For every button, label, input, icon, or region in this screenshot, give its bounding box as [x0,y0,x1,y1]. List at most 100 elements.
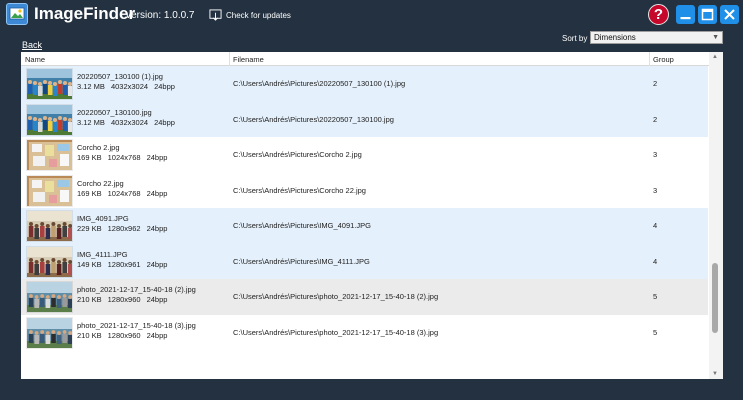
sort-by-value: Dimensions [594,33,636,42]
group-number: 2 [653,79,658,88]
column-header-filename[interactable]: Filename [233,55,264,64]
image-size: 210 KB [77,295,102,304]
column-header-group[interactable]: Group [653,55,674,64]
image-bit-depth: 24bpp [146,295,168,304]
image-thumbnail[interactable] [26,281,73,313]
close-button[interactable] [720,5,739,24]
image-thumbnail[interactable] [26,174,73,207]
image-dimensions: 1024x768 [107,153,141,162]
image-size: 169 KB [77,153,102,162]
image-info: 229 KB 1280x962 24bpp [77,224,173,234]
image-info: 169 KB 1024x768 24bpp [77,153,173,163]
image-info: 3.12 MB 4032x3024 24bpp [77,118,181,128]
image-size: 3.12 MB [77,82,105,91]
table-row[interactable]: 20220507_130100 (1).jpg 3.12 MB 4032x3024 2… [21,66,708,102]
image-name: IMG_4091.JPG [77,214,129,223]
image-name: 20220507_130100.jpg [77,107,152,117]
image-dimensions: 1280x962 [107,224,141,233]
scroll-up-icon[interactable]: ▲ [712,54,718,60]
image-info: 3.12 MB 4032x3024 24bpp [77,82,181,92]
image-info: 210 KB 1280x960 24bpp [77,331,196,341]
column-header-row: Name Filename Group [21,52,723,66]
back-link[interactable]: Back [22,40,42,50]
group-number: 2 [653,114,658,124]
maximize-icon [701,8,714,21]
scrollbar-thumb[interactable] [712,263,718,334]
column-divider[interactable] [229,52,230,66]
sort-by-select[interactable]: Dimensions ▼ [590,31,723,44]
check-updates-button[interactable]: Check for updates [209,7,291,23]
image-thumbnail[interactable] [26,316,73,349]
image-bit-depth: 24bpp [146,188,168,198]
group-number: 4 [653,256,658,266]
table-row[interactable]: photo_2021-12-17_15-40-18 (3).jpg 210 KB 1… [21,314,708,350]
close-icon [724,9,735,20]
file-path: C:\Users\Andrés\Pictures\photo_2021-12-1… [233,292,439,301]
title-bar: ImageFinder Version: 1.0.0.7 Check for u… [0,0,743,30]
image-meta: 20220507_130100.jpg 3.12 MB 4032x3024 24bpp [77,108,181,128]
file-path: C:\Users\Andrés\Pictures\Corcho 2.jpg [233,150,362,159]
image-thumbnail[interactable] [26,103,73,136]
results-table: Name Filename Group 20220507_130100 (1).… [21,52,723,379]
file-path: C:\Users\Andrés\Pictures\IMG_4091.JPG [233,221,371,230]
vertical-scrollbar[interactable]: ▲ ▼ [709,52,723,379]
image-size: 149 KB [77,259,102,269]
image-name: IMG_4111.JPG [77,249,128,259]
image-bit-depth: 24bpp [154,117,175,127]
chevron-down-icon: ▼ [712,34,719,41]
group-number: 3 [653,185,658,195]
app-version: Version: 1.0.0.7 [125,10,195,21]
image-dimensions: 1280x960 [107,330,141,340]
group-number: 5 [653,327,658,337]
image-bit-depth: 24bpp [154,82,175,91]
maximize-button[interactable] [698,5,717,24]
minimize-icon [680,17,691,20]
image-thumbnail[interactable] [26,139,73,171]
table-row[interactable]: 20220507_130100.jpg 3.12 MB 4032x3024 24bpp… [21,101,708,137]
image-name: photo_2021-12-17_15-40-18 (2).jpg [77,285,196,294]
table-row[interactable]: Corcho 22.jpg 169 KB 1024x768 24bpp C:\Users… [21,172,708,208]
image-thumbnail[interactable] [26,245,73,278]
image-dimensions: 1280x961 [107,259,141,269]
file-path: C:\Users\Andrés\Pictures\20220507_130100… [233,114,394,124]
image-size: 210 KB [77,330,102,340]
column-divider[interactable] [649,52,650,66]
image-dimensions: 1024x768 [107,188,141,198]
image-bit-depth: 24bpp [146,224,168,233]
image-name: 20220507_130100 (1).jpg [77,72,163,81]
group-number: 5 [653,292,658,301]
sort-by-label: Sort by [562,34,588,43]
image-meta: photo_2021-12-17_15-40-18 (2).jpg 210 KB 1… [77,285,196,305]
image-name: Corcho 22.jpg [77,178,124,188]
scroll-down-icon[interactable]: ▼ [712,371,718,377]
table-row[interactable]: IMG_4111.JPG 149 KB 1280x961 24bpp C:\Users\… [21,243,708,279]
image-meta: IMG_4091.JPG 229 KB 1280x962 24bpp [77,214,173,234]
table-row[interactable]: photo_2021-12-17_15-40-18 (2).jpg 210 KB 1… [21,279,708,315]
image-meta: Corcho 22.jpg 169 KB 1024x768 24bpp [77,179,173,199]
image-meta: IMG_4111.JPG 149 KB 1280x961 24bpp [77,250,173,270]
help-icon: ? [653,6,664,23]
help-button[interactable]: ? [648,4,669,25]
image-info: 210 KB 1280x960 24bpp [77,295,196,305]
image-meta: photo_2021-12-17_15-40-18 (3).jpg 210 KB 1… [77,321,196,341]
image-info: 149 KB 1280x961 24bpp [77,260,173,270]
download-icon [209,8,222,21]
image-thumbnail[interactable] [26,68,73,100]
image-name: photo_2021-12-17_15-40-18 (3).jpg [77,320,196,330]
image-meta: Corcho 2.jpg 169 KB 1024x768 24bpp [77,143,173,163]
image-dimensions: 4032x3024 [110,82,149,91]
image-info: 169 KB 1024x768 24bpp [77,189,173,199]
image-thumbnail[interactable] [26,210,73,242]
file-path: C:\Users\Andrés\Pictures\photo_2021-12-1… [233,327,439,337]
image-dimensions: 1280x960 [107,295,141,304]
table-row[interactable]: Corcho 2.jpg 169 KB 1024x768 24bpp C:\Users\… [21,137,708,173]
file-path: C:\Users\Andrés\Pictures\Corcho 22.jpg [233,185,366,195]
results-rows: 20220507_130100 (1).jpg 3.12 MB 4032x3024 2… [21,66,708,350]
image-size: 229 KB [77,224,102,233]
minimize-button[interactable] [676,5,695,24]
column-header-name[interactable]: Name [25,55,45,64]
image-size: 3.12 MB [77,117,105,127]
image-bit-depth: 24bpp [146,330,168,340]
image-dimensions: 4032x3024 [110,117,149,127]
table-row[interactable]: IMG_4091.JPG 229 KB 1280x962 24bpp C:\Users\… [21,208,708,244]
